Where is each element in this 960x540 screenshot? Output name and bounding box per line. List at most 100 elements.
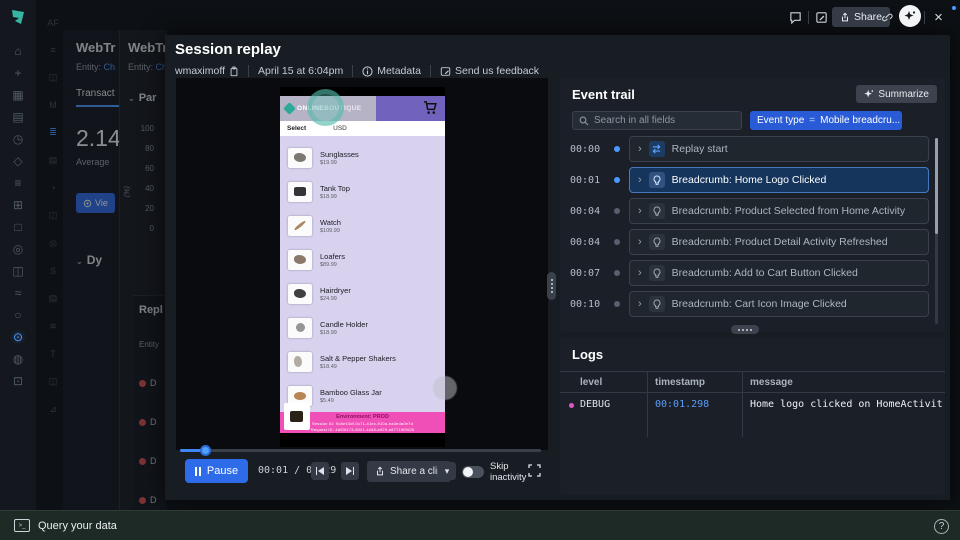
skip-inactivity-toggle[interactable]	[462, 466, 484, 478]
share-clip-dropdown[interactable]: ▾	[438, 462, 456, 480]
product-price: $5.49	[320, 398, 334, 404]
app-top-bar: ONLINEBOUTIQUE	[280, 89, 445, 126]
close-icon[interactable]: ×	[929, 8, 948, 27]
summarize-button[interactable]: Summarize	[856, 85, 937, 103]
bg-tab[interactable]: Transact	[76, 88, 121, 99]
bg-replays-card: Repl Entity D D D D	[133, 295, 167, 510]
log-message: Home logo clicked on HomeActivity. No na…	[750, 399, 943, 410]
skip-forward-icon	[345, 467, 355, 475]
datadog-logo[interactable]	[8, 7, 28, 27]
pause-button[interactable]: Pause	[185, 459, 248, 483]
sidebar-item[interactable]: ▤	[0, 106, 36, 128]
previous-event-button[interactable]	[311, 462, 329, 480]
feedback-button[interactable]: Send us feedback	[440, 65, 539, 77]
log-level: DEBUG	[580, 399, 611, 410]
event-row-card[interactable]: › Breadcrumb: Home Logo Clicked	[629, 167, 929, 193]
fullscreen-button[interactable]	[528, 464, 542, 478]
event-marker-dot	[614, 177, 620, 183]
chevron-right-icon[interactable]: ›	[638, 267, 642, 279]
event-row-card[interactable]: › Breadcrumb: Product Selected from Home…	[629, 198, 929, 224]
search-input[interactable]: Search in all fields	[572, 111, 742, 130]
secondary-rail-item: T	[50, 349, 56, 359]
currency-row: Select USD	[280, 121, 445, 136]
window-actions: Share ×	[770, 0, 960, 35]
chevron-right-icon[interactable]: ›	[638, 174, 642, 186]
secondary-rail-item: S	[49, 266, 56, 276]
log-timestamp-link[interactable]: 00:01.298	[655, 399, 709, 410]
scrollbar-thumb[interactable]	[935, 138, 938, 234]
sidebar-item[interactable]: ◎	[0, 238, 36, 260]
store-logo-icon	[283, 102, 296, 115]
product-list-item: Sunglasses $19.99	[280, 141, 445, 175]
bg-card-title: WebTr	[128, 40, 168, 55]
sidebar-item[interactable]: ⊡	[0, 370, 36, 392]
sidebar-item[interactable]: ◫	[0, 260, 36, 282]
chevron-right-icon[interactable]: ›	[638, 205, 642, 217]
sidebar-item[interactable]: ⊞	[0, 194, 36, 216]
session-user[interactable]: wmaximoff	[175, 65, 239, 77]
link-icon[interactable]	[878, 8, 897, 27]
sidebar-item[interactable]: ⊙	[0, 326, 36, 348]
sidebar-item[interactable]: +	[0, 62, 36, 84]
ai-assistant-button[interactable]	[899, 5, 921, 27]
sidebar-item[interactable]: ◷	[0, 128, 36, 150]
sidebar-item[interactable]: ◍	[0, 348, 36, 370]
next-event-button[interactable]	[341, 462, 359, 480]
bg-collapsed-section[interactable]: ⌄ Par	[128, 92, 167, 104]
bg-metric-label: Average	[76, 157, 110, 167]
chevron-right-icon[interactable]: ›	[638, 236, 642, 248]
phone-status-strip	[280, 87, 445, 96]
sidebar-item[interactable]: ▦	[0, 84, 36, 106]
comment-icon[interactable]	[786, 8, 805, 27]
sidebar-item[interactable]: ○	[0, 304, 36, 326]
logs-col-level[interactable]: level	[580, 377, 602, 388]
share-icon	[842, 12, 848, 21]
copy-icon[interactable]	[229, 65, 239, 77]
chevron-right-icon[interactable]: ›	[638, 298, 642, 310]
sidebar-item[interactable]: ⌂	[0, 40, 36, 62]
sidebar-item[interactable]: ◇	[0, 150, 36, 172]
playback-timeline[interactable]	[180, 445, 541, 456]
event-type-filter-pill[interactable]: Event type = Mobile breadcru...	[750, 111, 902, 130]
panel-resize-handle-horizontal[interactable]	[731, 325, 759, 334]
sidebar-item-icon: ⊞	[12, 198, 24, 212]
product-price: $18.99	[320, 194, 337, 200]
edit-note-icon[interactable]	[812, 8, 831, 27]
secondary-rail-item: ◫	[48, 210, 58, 220]
chevron-right-icon[interactable]: ›	[638, 143, 642, 155]
event-row-card[interactable]: › Breadcrumb: Product Detail Activity Re…	[629, 229, 929, 255]
event-row-card[interactable]: › Replay start	[629, 136, 929, 162]
product-price: $18.99	[320, 330, 337, 336]
query-your-data-label[interactable]: Query your data	[38, 520, 117, 532]
product-list-item: Candle Holder $18.99	[280, 311, 445, 345]
event-row-card[interactable]: › Breadcrumb: Cart Icon Image Clicked	[629, 291, 929, 317]
sidebar-item[interactable]: ≈	[0, 282, 36, 304]
product-name: Sunglasses	[320, 150, 359, 159]
help-button[interactable]: ?	[934, 519, 949, 534]
event-time: 00:04	[570, 205, 601, 217]
mobile-app-screen: ONLINEBOUTIQUE Select USD Sunglasses $19…	[280, 87, 457, 447]
product-image	[288, 216, 312, 236]
bg-tab-underline	[76, 105, 122, 107]
event-trail-row: 00:04 › Breadcrumb: Product Selected fro…	[564, 198, 929, 224]
environment-label: Environment: PROD	[336, 413, 389, 420]
bg-collapsed-section[interactable]: ⌄ Dy	[76, 253, 121, 267]
logs-col-timestamp[interactable]: timestamp	[655, 377, 705, 388]
logs-col-message[interactable]: message	[750, 377, 793, 388]
event-row-card[interactable]: › Breadcrumb: Add to Cart Button Clicked	[629, 260, 929, 286]
log-row[interactable]: DEBUG 00:01.298 Home logo clicked on Hom…	[560, 394, 945, 416]
bg-view-button[interactable]: Vie	[76, 193, 115, 213]
event-kind-icon	[648, 265, 665, 281]
product-image	[288, 148, 312, 168]
app-screen: AF ≡ ◫ M ≣ ▤ ◔ ◫ ◎ S ▤ ≋ T ◫ ⊿ WebTr Ent…	[0, 0, 960, 540]
panel-resize-handle-vertical[interactable]	[547, 272, 556, 300]
secondary-rail-item: ◫	[48, 376, 58, 386]
event-kind-icon	[648, 203, 665, 219]
sidebar-item[interactable]: ≡	[0, 172, 36, 194]
log-status-dot	[569, 403, 574, 408]
sidebar-item[interactable]: □	[0, 216, 36, 238]
timeline-scrubber[interactable]	[200, 445, 211, 456]
event-label: Breadcrumb: Home Logo Clicked	[671, 174, 827, 186]
metadata-button[interactable]: Metadata	[362, 65, 421, 77]
product-list-item: Salt & Pepper Shakers $18.49	[280, 345, 445, 379]
